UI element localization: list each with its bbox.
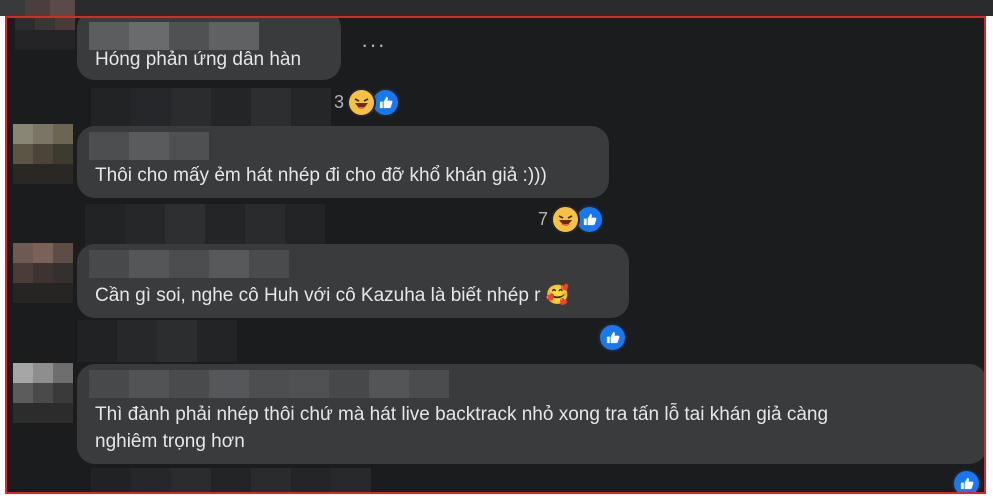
comment-text-line-1: Thì đành phải nhép thôi chứ mà hát live …	[95, 404, 829, 425]
more-options-icon[interactable]: ···	[361, 32, 386, 58]
author-name-blurred[interactable]	[89, 132, 209, 160]
reaction-summary[interactable]	[952, 468, 981, 492]
smiling-face-with-hearts-emoji: 🥰	[545, 284, 570, 306]
haha-icon	[551, 204, 581, 234]
avatar[interactable]	[13, 363, 73, 439]
comment-bubble: Cần gì soi, nghe cô Huh với cô Kazuha là…	[77, 244, 629, 318]
comment-text-line-2: nghiêm trọng hơn	[95, 431, 245, 452]
haha-icon	[347, 87, 377, 117]
author-name-blurred[interactable]	[89, 370, 449, 398]
comment-bubble: Thôi cho mấy ẻm hát nhép đi cho đỡ khổ k…	[77, 126, 609, 198]
author-name-blurred[interactable]	[89, 250, 289, 278]
avatar[interactable]	[13, 124, 73, 200]
reaction-summary[interactable]: 7	[538, 204, 605, 234]
reaction-summary[interactable]	[598, 322, 627, 352]
reaction-count: 3	[334, 91, 345, 112]
comment-text: Thôi cho mấy ẻm hát nhép đi cho đỡ khổ k…	[95, 165, 547, 186]
comment-text: Cần gì soi, nghe cô Huh với cô Kazuha là…	[95, 282, 569, 309]
blurred-row	[85, 204, 325, 246]
avatar[interactable]	[15, 18, 75, 86]
blurred-row	[91, 468, 371, 492]
reaction-summary[interactable]: 3	[334, 87, 401, 117]
reaction-count: 7	[538, 208, 549, 229]
comment-text: Hóng phản ứng dân hàn	[95, 49, 302, 70]
avatar[interactable]	[13, 243, 73, 319]
comments-frame: Hóng phản ứng dân hàn ··· 3 Thôi cho mấy…	[5, 16, 986, 494]
blurred-row	[91, 88, 331, 130]
like-icon	[598, 322, 627, 352]
like-icon	[952, 468, 981, 492]
blurred-row	[77, 320, 237, 362]
comment-text-content: Cần gì soi, nghe cô Huh với cô Kazuha là…	[95, 285, 541, 306]
comment-bubble: Hóng phản ứng dân hàn	[77, 18, 341, 80]
comment-bubble: Thì đành phải nhép thôi chứ mà hát live …	[77, 364, 984, 464]
top-strip	[0, 0, 993, 16]
